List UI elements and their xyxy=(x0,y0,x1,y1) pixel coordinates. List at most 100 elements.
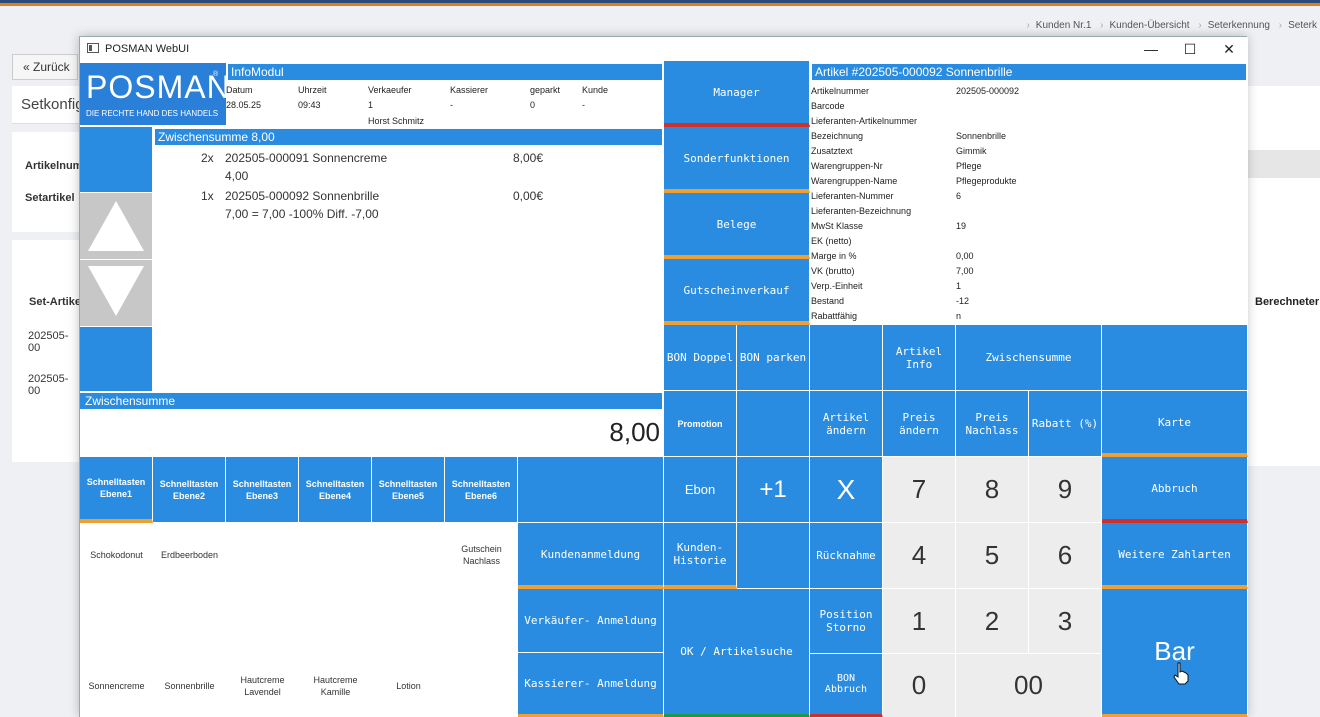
bon-parken-button[interactable]: BON parken xyxy=(737,325,810,391)
preis-aendern-button[interactable]: Preis ändern xyxy=(883,391,956,457)
tab-schnelltasten-ebene2[interactable]: Schnelltasten Ebene2 xyxy=(153,457,226,523)
empty-function-button[interactable] xyxy=(518,457,664,523)
key-7[interactable]: 7 xyxy=(883,457,956,523)
tab-label: Ebene6 xyxy=(464,490,497,501)
breadcrumb-item[interactable]: Seterk xyxy=(1288,20,1317,31)
kassierer-anmeldung-button[interactable]: Kassierer- Anmeldung xyxy=(518,653,664,717)
shortcut-lotion[interactable]: Lotion xyxy=(372,653,445,717)
sonderfunktionen-button[interactable]: Sonderfunktionen xyxy=(664,127,810,193)
tab-schnelltasten-ebene5[interactable]: Schnelltasten Ebene5 xyxy=(372,457,445,523)
background-right-panel: Berechneter xyxy=(1247,86,1320,466)
abbruch-button[interactable]: Abbruch xyxy=(1102,457,1248,523)
key-3[interactable]: 3 xyxy=(1029,589,1102,654)
article-field-label: VK (brutto) xyxy=(811,266,855,276)
artikel-aendern-button[interactable]: Artikel ändern xyxy=(810,391,883,457)
artikel-info-button[interactable]: Artikel Info xyxy=(883,325,956,391)
tab-label: Ebene1 xyxy=(99,489,132,499)
key-2[interactable]: 2 xyxy=(956,589,1029,654)
rabatt-button[interactable]: Rabatt (%) xyxy=(1029,391,1102,457)
maximize-button[interactable]: ☐ xyxy=(1171,39,1209,59)
promotion-button[interactable]: Promotion xyxy=(664,391,737,457)
cart-line-desc[interactable]: 202505-000092 Sonnenbrille xyxy=(225,189,379,203)
scroll-up-button[interactable] xyxy=(80,193,152,259)
cart-line-desc[interactable]: 202505-000091 Sonnencreme xyxy=(225,151,387,165)
tab-label: Ebene2 xyxy=(172,490,205,501)
ok-artikelsuche-button[interactable]: OK / Artikelsuche xyxy=(664,589,810,717)
window-titlebar: POSMAN WebUI — ☐ ✕ xyxy=(80,37,1248,61)
zwischensumme-button[interactable]: Zwischensumme xyxy=(956,325,1102,391)
position-storno-button[interactable]: Position Storno xyxy=(810,589,883,654)
empty-function-button[interactable] xyxy=(737,391,810,457)
empty-function-button[interactable] xyxy=(737,523,810,589)
kunden-historie-button[interactable]: Kunden- Historie xyxy=(664,523,737,589)
cart-line-price: 8,00€ xyxy=(513,151,544,165)
article-field-value: 19 xyxy=(956,221,967,231)
cart-header: Zwischensumme 8,00 xyxy=(155,129,662,145)
shortcut-sonnenbrille[interactable]: Sonnenbrille xyxy=(153,653,226,717)
button-label: Nachlass xyxy=(965,423,1019,437)
kundenanmeldung-button[interactable]: Kundenanmeldung xyxy=(518,523,664,589)
article-field-label: Warengruppen-Nr xyxy=(811,161,883,171)
info-value-verkaeufer: 1 xyxy=(368,100,374,110)
tab-schnelltasten-ebene1[interactable]: Schnelltasten Ebene1 xyxy=(80,457,153,523)
key-4[interactable]: 4 xyxy=(883,523,956,589)
background-form-panel: Artikelnum Setartikel xyxy=(12,132,82,232)
nav-bottom-button[interactable] xyxy=(80,327,152,391)
shortcut-hautcreme-lavendel[interactable]: Hautcreme Lavendel xyxy=(226,653,299,717)
table-row[interactable]: 202505-00 xyxy=(28,373,80,397)
multiply-button[interactable]: X xyxy=(810,457,883,523)
key-5[interactable]: 5 xyxy=(956,523,1029,589)
bon-abbruch-button[interactable]: BON Abbruch xyxy=(810,654,883,717)
ruecknahme-button[interactable]: Rücknahme xyxy=(810,523,883,589)
breadcrumb-item[interactable]: Seterkennung xyxy=(1208,20,1270,31)
shortcut-schokodonut[interactable]: Schokodonut xyxy=(80,523,153,587)
belege-button[interactable]: Belege xyxy=(664,193,810,259)
bon-doppel-button[interactable]: BON Doppel xyxy=(664,325,737,391)
shortcut-gutschein-nachlass[interactable]: Gutschein Nachlass xyxy=(445,523,518,587)
article-field-label: Verp.-Einheit xyxy=(811,281,863,291)
tab-schnelltasten-ebene6[interactable]: Schnelltasten Ebene6 xyxy=(445,457,518,523)
minimize-button[interactable]: — xyxy=(1132,39,1170,59)
background-strip xyxy=(1247,150,1320,178)
shortcut-sonnencreme[interactable]: Sonnencreme xyxy=(80,653,153,717)
key-8[interactable]: 8 xyxy=(956,457,1029,523)
gutscheinverkauf-button[interactable]: Gutscheinverkauf xyxy=(664,259,810,325)
bar-payment-button[interactable]: Bar xyxy=(1102,589,1248,717)
info-col-uhrzeit: Uhrzeit xyxy=(298,85,327,95)
info-col-verkaeufer: Verkaeufer xyxy=(368,85,412,95)
shortcut-erdbeerboden[interactable]: Erdbeerboden xyxy=(153,523,226,587)
breadcrumb-item[interactable]: Kunden Nr.1 xyxy=(1036,20,1092,31)
info-col-datum: Datum xyxy=(226,85,253,95)
preis-nachlass-button[interactable]: Preis Nachlass xyxy=(956,391,1029,457)
shortcut-label: Kamille xyxy=(320,686,351,697)
tab-schnelltasten-ebene3[interactable]: Schnelltasten Ebene3 xyxy=(226,457,299,523)
breadcrumb-separator: › xyxy=(1278,20,1283,31)
key-6[interactable]: 6 xyxy=(1029,523,1102,589)
verkaeufer-anmeldung-button[interactable]: Verkäufer- Anmeldung xyxy=(518,589,664,653)
empty-function-button[interactable] xyxy=(810,325,883,391)
weitere-zahlarten-button[interactable]: Weitere Zahlarten xyxy=(1102,523,1248,589)
info-value-datum: 28.05.25 xyxy=(226,100,262,110)
key-00[interactable]: 00 xyxy=(956,654,1102,717)
info-module: InfoModul Datum Uhrzeit Verkaeufer Kassi… xyxy=(226,63,662,126)
close-button[interactable]: ✕ xyxy=(1210,39,1248,59)
key-0[interactable]: 0 xyxy=(883,654,956,717)
scroll-down-button[interactable] xyxy=(80,260,152,326)
info-col-kassierer: Kassierer xyxy=(450,85,489,95)
table-row[interactable]: 202505-00 xyxy=(28,330,80,354)
key-9[interactable]: 9 xyxy=(1029,457,1102,523)
tab-schnelltasten-ebene4[interactable]: Schnelltasten Ebene4 xyxy=(299,457,372,523)
key-1[interactable]: 1 xyxy=(883,589,956,654)
ebon-button[interactable]: Ebon xyxy=(664,457,737,523)
breadcrumb-separator: › xyxy=(1100,20,1104,31)
breadcrumb-item[interactable]: Kunden-Übersicht xyxy=(1110,20,1190,31)
nav-top-button[interactable] xyxy=(80,127,152,192)
subtotal-label: Zwischensumme xyxy=(80,393,662,409)
plus-one-button[interactable]: +1 xyxy=(737,457,810,523)
article-field-label: Lieferanten-Nummer xyxy=(811,191,894,201)
karte-button[interactable]: Karte xyxy=(1102,391,1248,457)
shortcut-hautcreme-kamille[interactable]: Hautcreme Kamille xyxy=(299,653,372,717)
manager-button[interactable]: Manager xyxy=(664,61,810,127)
empty-function-button[interactable] xyxy=(1102,325,1248,391)
back-button[interactable]: « Zurück xyxy=(12,54,78,80)
